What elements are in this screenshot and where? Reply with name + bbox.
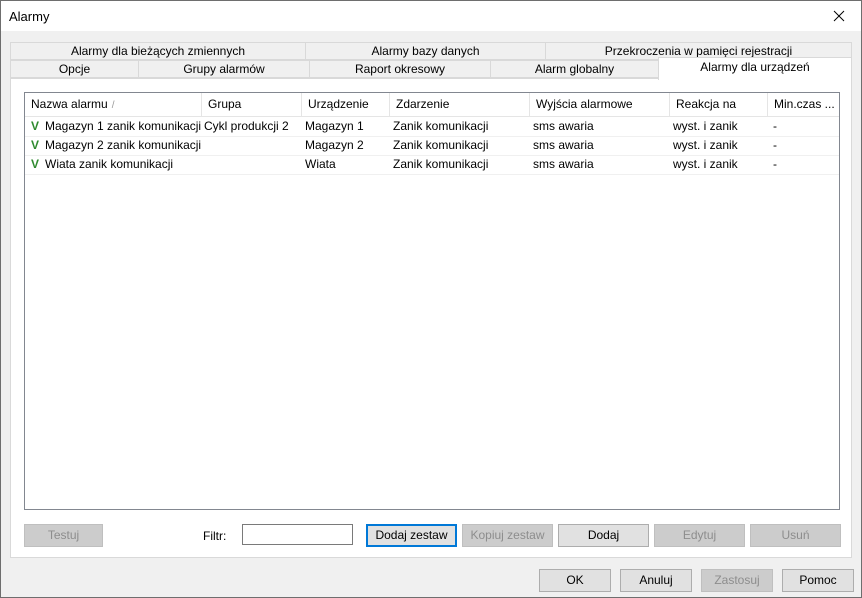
tab-current-variable-alarms[interactable]: Alarmy dla bieżących zmiennych	[10, 42, 306, 60]
tab-database-alarms[interactable]: Alarmy bazy danych	[305, 42, 546, 60]
cell-group	[204, 155, 302, 174]
column-header-event[interactable]: Zdarzenie	[390, 93, 530, 116]
column-header-outputs[interactable]: Wyjścia alarmowe	[530, 93, 670, 116]
cell-outputs: sms awaria	[533, 157, 594, 171]
help-button[interactable]: Pomoc	[782, 569, 854, 592]
alarm-name: Wiata zanik komunikacji	[45, 157, 174, 171]
table-row[interactable]: V Wiata zanik komunikacji Wiata Zanik kom…	[25, 155, 839, 175]
check-icon: V	[31, 138, 40, 152]
alarm-name: Magazyn 2 zanik komunikacji	[45, 138, 202, 152]
tab-device-alarms[interactable]: Alarmy dla urządzeń	[658, 57, 852, 80]
tab-alarm-groups[interactable]: Grupy alarmów	[138, 60, 310, 78]
alarm-name: Magazyn 1 zanik komunikacji	[45, 119, 202, 133]
cell-min-time: -	[773, 119, 777, 133]
cancel-button[interactable]: Anuluj	[620, 569, 692, 592]
cell-outputs: sms awaria	[533, 138, 594, 152]
cell-min-time: -	[773, 157, 777, 171]
sort-indicator-icon: /	[111, 100, 115, 111]
cell-group: Cykl produkcji 2	[204, 119, 289, 133]
cell-outputs: sms awaria	[533, 119, 594, 133]
table-row[interactable]: V Magazyn 2 zanik komunikacji Magazyn 2 Z…	[25, 136, 839, 156]
title-bar: Alarmy	[1, 1, 861, 31]
column-header-reaction[interactable]: Reakcja na	[670, 93, 768, 116]
alarms-list[interactable]: Nazwa alarmu / Grupa Urządzenie Zdarzenie…	[24, 92, 840, 510]
cell-name: V Wiata zanik komunikacji	[25, 155, 202, 174]
list-header: Nazwa alarmu / Grupa Urządzenie Zdarzenie…	[25, 93, 839, 117]
cell-device: Magazyn 2	[305, 138, 364, 152]
close-button[interactable]	[817, 1, 861, 31]
column-header-group[interactable]: Grupa	[202, 93, 302, 116]
cell-reaction: wyst. i zanik	[673, 138, 738, 152]
cell-group	[204, 136, 302, 155]
tab-periodic-report[interactable]: Raport okresowy	[309, 60, 491, 78]
close-icon	[833, 10, 845, 22]
filter-label: Filtr:	[203, 529, 227, 543]
column-header-min-time[interactable]: Min.czas ...	[768, 93, 839, 116]
check-icon: V	[31, 119, 40, 133]
ok-button[interactable]: OK	[539, 569, 611, 592]
cell-name: V Magazyn 2 zanik komunikacji	[25, 136, 202, 155]
add-button[interactable]: Dodaj	[558, 524, 649, 547]
column-header-label: Nazwa alarmu	[31, 97, 108, 111]
window-title: Alarmy	[9, 9, 50, 24]
cell-reaction: wyst. i zanik	[673, 157, 738, 171]
copy-set-button[interactable]: Kopiuj zestaw	[462, 524, 553, 547]
column-header-name[interactable]: Nazwa alarmu /	[25, 93, 202, 116]
alarms-dialog: Alarmy Alarmy dla bieżących zmiennych Al…	[0, 0, 862, 598]
table-row[interactable]: V Magazyn 1 zanik komunikacji Cykl produk…	[25, 117, 839, 137]
edit-button[interactable]: Edytuj	[654, 524, 745, 547]
test-button[interactable]: Testuj	[24, 524, 103, 547]
cell-event: Zanik komunikacji	[393, 119, 489, 133]
check-icon: V	[31, 157, 40, 171]
tab-options[interactable]: Opcje	[10, 60, 139, 78]
column-header-device[interactable]: Urządzenie	[302, 93, 390, 116]
cell-min-time: -	[773, 138, 777, 152]
cell-device: Magazyn 1	[305, 119, 364, 133]
cell-event: Zanik komunikacji	[393, 157, 489, 171]
cell-name: V Magazyn 1 zanik komunikacji	[25, 117, 202, 136]
tab-global-alarm[interactable]: Alarm globalny	[490, 60, 659, 78]
apply-button[interactable]: Zastosuj	[701, 569, 773, 592]
filter-input[interactable]	[242, 524, 353, 545]
cell-reaction: wyst. i zanik	[673, 119, 738, 133]
cell-device: Wiata	[305, 157, 336, 171]
cell-event: Zanik komunikacji	[393, 138, 489, 152]
delete-button[interactable]: Usuń	[750, 524, 841, 547]
add-set-button[interactable]: Dodaj zestaw	[366, 524, 457, 547]
